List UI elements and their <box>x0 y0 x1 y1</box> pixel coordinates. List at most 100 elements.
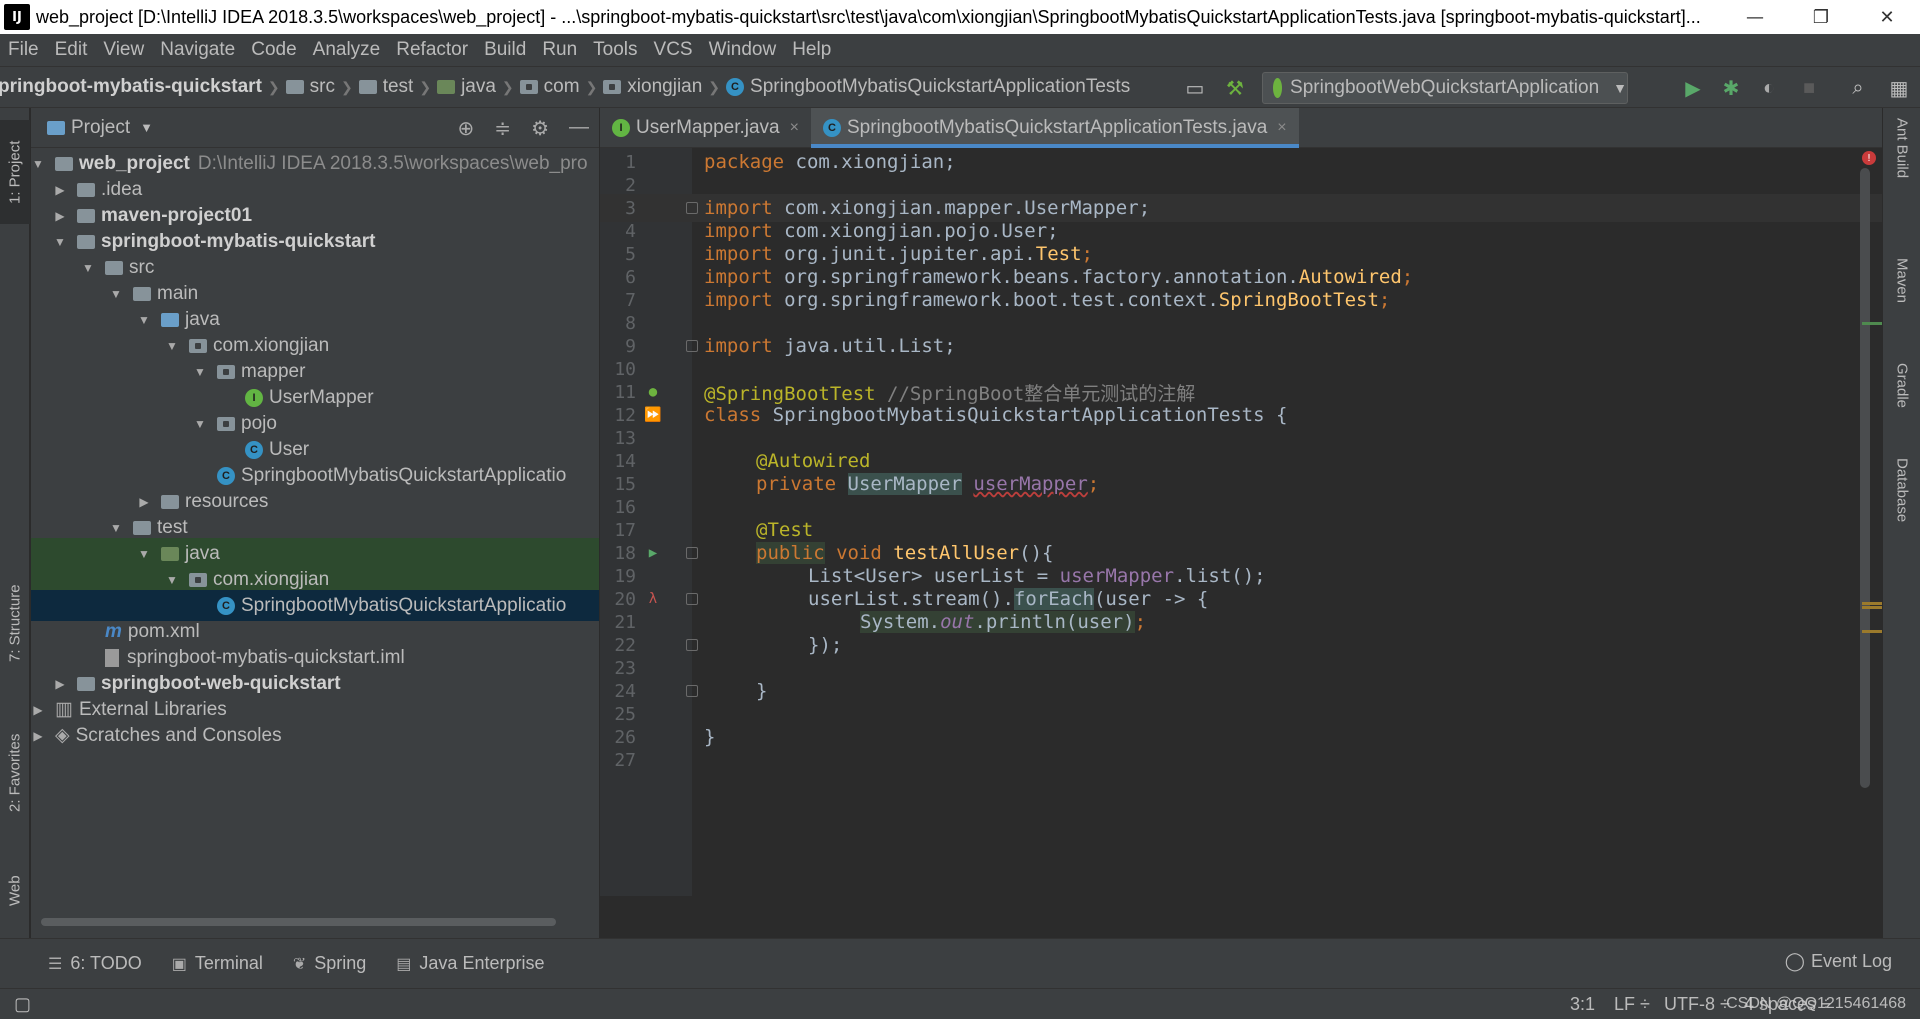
chevron-down-icon[interactable]: ▼ <box>140 120 153 135</box>
tool-tab-gradle[interactable]: Gradle <box>1883 363 1920 443</box>
menu-run[interactable]: Run <box>534 39 585 61</box>
tool-button-java-enterprise[interactable]: ▤ Java Enterprise <box>396 953 544 974</box>
expanded-arrow-icon[interactable]: ▼ <box>109 287 123 301</box>
expanded-arrow-icon[interactable]: ▼ <box>193 417 207 431</box>
gear-icon[interactable]: ⚙ <box>531 116 549 141</box>
tool-tab-database[interactable]: Database <box>1883 458 1920 558</box>
event-log-button[interactable]: ◯ Event Log <box>1785 951 1892 972</box>
warning-marker[interactable] <box>1862 630 1882 633</box>
breadcrumb-com[interactable]: com <box>544 76 580 98</box>
menu-edit[interactable]: Edit <box>47 39 96 61</box>
change-marker[interactable] <box>1862 322 1882 325</box>
debug-bug-icon[interactable]: ✱ <box>1718 75 1744 101</box>
expanded-arrow-icon[interactable]: ▼ <box>81 261 95 275</box>
menu-view[interactable]: View <box>95 39 152 61</box>
expanded-arrow-icon[interactable]: ▼ <box>109 521 123 535</box>
maximize-button[interactable]: ❐ <box>1788 0 1854 34</box>
run-configuration-select[interactable]: SpringbootWebQuickstartApplication ▼ <box>1262 72 1628 104</box>
tool-tab-structure[interactable]: 7: Structure <box>0 558 30 688</box>
collapsed-arrow-icon[interactable]: ▶ <box>31 703 45 717</box>
expanded-arrow-icon[interactable]: ▼ <box>165 339 179 353</box>
coverage-icon[interactable]: ◐ <box>1756 75 1782 101</box>
fold-marker-icon[interactable] <box>686 547 698 559</box>
close-icon[interactable]: × <box>1277 119 1286 137</box>
file-encoding[interactable]: UTF-8 ÷ <box>1664 994 1730 1015</box>
close-icon[interactable]: × <box>790 119 799 137</box>
search-icon[interactable]: ⌕ <box>1845 75 1871 101</box>
menu-help[interactable]: Help <box>784 39 839 61</box>
tool-button-todo[interactable]: ☰ 6: TODO <box>48 953 142 974</box>
fold-marker-icon[interactable] <box>686 202 698 214</box>
tab-application-tests[interactable]: C SpringbootMybatisQuickstartApplication… <box>810 108 1299 148</box>
breadcrumb-xiongjian[interactable]: xiongjian <box>627 76 702 98</box>
run-test-gutter-icon[interactable]: ▶ <box>644 544 662 562</box>
collapsed-arrow-icon[interactable]: ▶ <box>53 183 67 197</box>
panel-toggle-icon[interactable]: ▢ <box>14 994 31 1015</box>
tool-tab-project[interactable]: 1: Project <box>0 120 30 224</box>
fold-marker-icon[interactable] <box>686 593 698 605</box>
tool-tab-ant-build[interactable]: Ant Build <box>1883 118 1920 218</box>
tab-usermapper[interactable]: I UserMapper.java × <box>600 108 811 148</box>
stop-icon[interactable]: ■ <box>1796 75 1822 101</box>
breadcrumb-class[interactable]: SpringbootMybatisQuickstartApplicationTe… <box>750 76 1130 98</box>
tool-tab-favorites[interactable]: 2: Favorites <box>0 708 30 838</box>
spring-bean-gutter-icon[interactable]: ● <box>644 383 662 401</box>
code-area[interactable]: 1 package com.xiongjian; 2 3 import com.… <box>600 148 1882 896</box>
expanded-arrow-icon[interactable]: ▼ <box>137 547 151 561</box>
menu-tools[interactable]: Tools <box>585 39 645 61</box>
tool-tab-web[interactable]: Web <box>0 856 30 926</box>
menu-analyze[interactable]: Analyze <box>305 39 389 61</box>
expanded-arrow-icon[interactable]: ▼ <box>137 313 151 327</box>
breadcrumb-src[interactable]: src <box>310 76 335 98</box>
line-separator[interactable]: LF ÷ <box>1614 994 1650 1015</box>
menu-navigate[interactable]: Navigate <box>152 39 243 61</box>
vertical-scrollbar[interactable] <box>1860 168 1870 788</box>
expanded-arrow-icon[interactable]: ▼ <box>31 157 45 171</box>
project-panel-title[interactable]: Project <box>71 117 130 139</box>
minimize-button[interactable]: — <box>1722 0 1788 34</box>
fold-marker-icon[interactable] <box>686 685 698 697</box>
expanded-arrow-icon[interactable]: ▼ <box>53 235 67 249</box>
collapsed-arrow-icon[interactable]: ▶ <box>53 677 67 691</box>
breadcrumb-separator-icon: ❯ <box>501 78 514 95</box>
menu-refactor[interactable]: Refactor <box>388 39 476 61</box>
lambda-breakpoint-icon[interactable]: λ <box>644 590 662 608</box>
collapse-all-icon[interactable]: ≑ <box>494 116 511 141</box>
caret-position[interactable]: 3:1 <box>1570 994 1595 1015</box>
expanded-arrow-icon[interactable]: ▼ <box>165 573 179 587</box>
menu-window[interactable]: Window <box>701 39 785 61</box>
breadcrumb-module[interactable]: pringboot-mybatis-quickstart <box>0 76 262 98</box>
menu-file[interactable]: File <box>0 39 47 61</box>
close-window-button[interactable]: ✕ <box>1854 0 1920 34</box>
error-indicator-icon[interactable]: ! <box>1862 151 1876 165</box>
tool-tab-maven[interactable]: Maven <box>1883 258 1920 338</box>
run-tests-gutter-icon[interactable]: ⏩ <box>644 406 662 424</box>
tree-node-scratches[interactable]: ▶ ◈ Scratches and Consoles <box>31 720 599 751</box>
menu-build[interactable]: Build <box>476 39 534 61</box>
expanded-arrow-icon[interactable]: ▼ <box>193 365 207 379</box>
collapsed-arrow-icon[interactable]: ▶ <box>53 209 67 223</box>
menu-vcs[interactable]: VCS <box>646 39 701 61</box>
hide-panel-icon[interactable]: — <box>569 116 589 141</box>
module-folder-icon <box>77 208 95 223</box>
fold-marker-icon[interactable] <box>686 340 698 352</box>
project-structure-icon[interactable]: ▦ <box>1886 75 1912 101</box>
warning-marker[interactable] <box>1862 606 1882 609</box>
locate-crosshair-icon[interactable]: ⊕ <box>458 116 475 141</box>
tool-button-spring[interactable]: ❦ Spring <box>293 953 366 974</box>
fold-marker-icon[interactable] <box>686 639 698 651</box>
build-hammer-icon[interactable]: ⚒ <box>1222 75 1248 101</box>
tool-tab-label: Database <box>1893 458 1911 523</box>
code-token: @Test <box>756 519 814 541</box>
menu-code[interactable]: Code <box>243 39 304 61</box>
tool-button-terminal[interactable]: ▣ Terminal <box>172 953 263 974</box>
breadcrumb-java[interactable]: java <box>461 76 496 98</box>
collapsed-arrow-icon[interactable]: ▶ <box>31 729 45 743</box>
layout-icon[interactable]: ▭ <box>1182 75 1208 101</box>
warning-marker[interactable] <box>1862 602 1882 605</box>
breadcrumb-test[interactable]: test <box>383 76 414 98</box>
collapsed-arrow-icon[interactable]: ▶ <box>137 495 151 509</box>
run-icon[interactable]: ▶ <box>1680 75 1706 101</box>
java-enterprise-icon: ▤ <box>396 955 412 973</box>
horizontal-scrollbar[interactable] <box>41 918 556 926</box>
